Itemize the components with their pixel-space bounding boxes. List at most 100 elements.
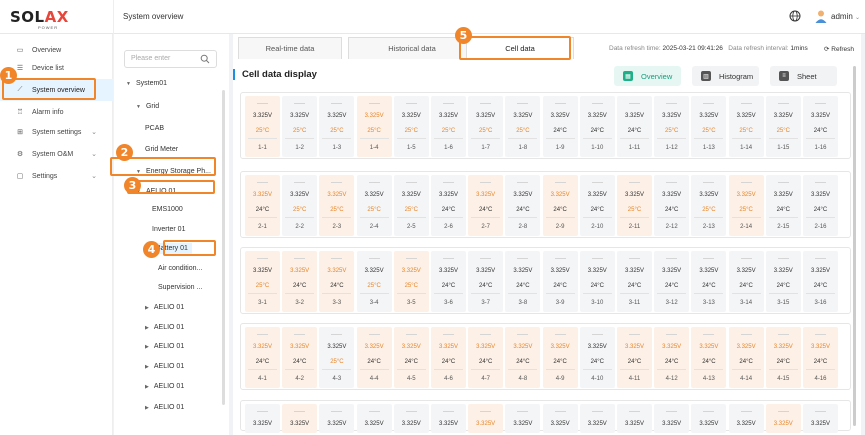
battery-cell[interactable]: 3.325V 24°C 4-16 (803, 327, 838, 388)
battery-cell[interactable]: 3.325V 24°C 3-9 (542, 251, 578, 312)
view-histogram-button[interactable]: ▥ Histogram (692, 66, 759, 86)
battery-cell[interactable]: 3.325V 24°C 3-13 (691, 251, 727, 312)
solax-logo[interactable]: SOLAX POWER (10, 8, 100, 30)
battery-cell[interactable]: 3.325V 25°C 1-12 (654, 96, 690, 157)
battery-cell[interactable]: 3.325V 24°C 2-7 (468, 175, 504, 236)
tree-node[interactable]: Air condition... (158, 265, 202, 272)
battery-cell[interactable]: 3.325V 25°C 2-3 (319, 175, 355, 236)
main-scrollbar[interactable] (853, 66, 856, 426)
battery-cell[interactable]: 3.325V 24°C 4-7 (468, 327, 504, 388)
battery-cell[interactable]: 3.325V (765, 404, 801, 433)
battery-cell[interactable]: 3.325V (356, 404, 392, 433)
battery-cell[interactable]: 3.325V 24°C 4-13 (691, 327, 727, 388)
battery-cell[interactable]: 3.325V 24°C 1-10 (579, 96, 615, 157)
tree-node[interactable]: ▶ AELIO 01 (145, 363, 184, 370)
battery-cell[interactable]: 3.325V 24°C 4-1 (245, 327, 280, 388)
battery-cell[interactable]: 3.325V 25°C 1-6 (431, 96, 466, 157)
battery-cell[interactable]: 3.325V 24°C 3-7 (468, 251, 504, 312)
battery-cell[interactable]: 3.325V 25°C 3-4 (356, 251, 392, 312)
caret-right-icon[interactable]: ▶ (145, 305, 149, 311)
refresh-button[interactable]: ⟳ Refresh (824, 45, 854, 53)
battery-cell[interactable]: 3.325V (319, 404, 355, 433)
battery-cell[interactable]: 3.325V (728, 404, 764, 433)
battery-cell[interactable]: 3.325V 24°C 4-6 (431, 327, 466, 388)
tab-real-time-data[interactable]: Real-time data (238, 37, 342, 59)
tree-node[interactable]: ▶ AELIO 01 (145, 404, 184, 411)
caret-right-icon[interactable]: ▶ (145, 364, 149, 370)
caret-right-icon[interactable]: ▶ (145, 384, 149, 390)
search-icon[interactable] (200, 54, 210, 64)
user-avatar-icon[interactable] (814, 9, 828, 23)
battery-cell[interactable]: 3.325V 24°C 3-11 (617, 251, 652, 312)
battery-cell[interactable]: 3.325V 24°C 4-10 (579, 327, 615, 388)
battery-cell[interactable]: 3.325V (468, 404, 504, 433)
battery-cell[interactable]: 3.325V (654, 404, 690, 433)
battery-cell[interactable]: 3.325V 24°C 4-8 (505, 327, 541, 388)
caret-right-icon[interactable]: ▶ (145, 325, 149, 331)
battery-cell[interactable]: 3.325V 25°C 1-15 (765, 96, 801, 157)
battery-cell[interactable]: 3.325V (431, 404, 466, 433)
battery-cell[interactable]: 3.325V 25°C 2-14 (728, 175, 764, 236)
tree-node[interactable]: ▶ AELIO 01 (145, 343, 184, 350)
battery-cell[interactable]: 3.325V (542, 404, 578, 433)
battery-cell[interactable]: 3.325V (505, 404, 541, 433)
sidebar-item-system-settings[interactable]: ⊞ System settings ⌄ (0, 121, 113, 143)
battery-cell[interactable]: 3.325V 24°C 3-10 (579, 251, 615, 312)
battery-cell[interactable]: 3.325V (282, 404, 318, 433)
battery-cell[interactable]: 3.325V 25°C 1-2 (282, 96, 318, 157)
battery-cell[interactable]: 3.325V 24°C 4-14 (728, 327, 764, 388)
battery-cell[interactable]: 3.325V 24°C 2-10 (579, 175, 615, 236)
battery-cell[interactable]: 3.325V 24°C 2-15 (765, 175, 801, 236)
battery-cell[interactable]: 3.325V 24°C 1-9 (542, 96, 578, 157)
tree-search-input[interactable]: Please enter (124, 50, 217, 68)
tree-node[interactable]: ▶ AELIO 01 (145, 304, 184, 311)
tree-node[interactable]: Supervision ... (158, 284, 202, 291)
battery-cell[interactable]: 3.325V 24°C 4-4 (356, 327, 392, 388)
battery-cell[interactable]: 3.325V 24°C 4-5 (393, 327, 429, 388)
battery-cell[interactable]: 3.325V 25°C 1-8 (505, 96, 541, 157)
tree-node[interactable]: Inverter 01 (152, 226, 185, 233)
battery-cell[interactable]: 3.325V 24°C 3-12 (654, 251, 690, 312)
battery-cell[interactable]: 3.325V 24°C 2-9 (542, 175, 578, 236)
battery-cell[interactable]: 3.325V 25°C 2-2 (282, 175, 318, 236)
battery-cell[interactable]: 3.325V 24°C 3-8 (505, 251, 541, 312)
battery-cell[interactable]: 3.325V 25°C 1-3 (319, 96, 355, 157)
battery-cell[interactable]: 3.325V (245, 404, 280, 433)
battery-cell[interactable]: 3.325V (617, 404, 652, 433)
caret-right-icon[interactable]: ▶ (145, 405, 149, 411)
battery-cell[interactable]: 3.325V 24°C 2-16 (803, 175, 838, 236)
tree-node[interactable]: PCAB (145, 125, 164, 132)
caret-right-icon[interactable]: ▶ (145, 344, 149, 350)
caret-down-icon[interactable]: ▼ (126, 81, 131, 87)
battery-cell[interactable]: 3.325V 25°C 1-4 (356, 96, 392, 157)
battery-cell[interactable]: 3.325V 25°C 1-5 (393, 96, 429, 157)
battery-cell[interactable]: 3.325V 24°C 3-16 (803, 251, 838, 312)
battery-cell[interactable]: 3.325V 25°C 2-13 (691, 175, 727, 236)
battery-cell[interactable]: 3.325V 24°C 4-9 (542, 327, 578, 388)
battery-cell[interactable]: 3.325V (393, 404, 429, 433)
battery-cell[interactable]: 3.325V 24°C 2-6 (431, 175, 466, 236)
battery-cell[interactable]: 3.325V 24°C 4-11 (617, 327, 652, 388)
sidebar-item-alarm-info[interactable]: ♖ Alarm info (0, 101, 113, 123)
battery-cell[interactable]: 3.325V 24°C 2-8 (505, 175, 541, 236)
battery-cell[interactable]: 3.325V 25°C 1-13 (691, 96, 727, 157)
tree-node[interactable]: Grid Meter (145, 146, 178, 153)
tree-scrollbar[interactable] (222, 90, 225, 405)
battery-cell[interactable]: 3.325V 25°C 2-11 (617, 175, 652, 236)
view-sheet-button[interactable]: ≡ Sheet (770, 66, 837, 86)
view-overview-button[interactable]: ▦ Overview (614, 66, 681, 86)
sidebar-item-settings[interactable]: ▢ Settings ⌄ (0, 165, 113, 187)
battery-cell[interactable]: 3.325V 25°C 2-4 (356, 175, 392, 236)
battery-cell[interactable]: 3.325V 24°C 2-1 (245, 175, 280, 236)
battery-cell[interactable]: 3.325V (803, 404, 838, 433)
battery-cell[interactable]: 3.325V (579, 404, 615, 433)
battery-cell[interactable]: 3.325V 24°C 3-2 (282, 251, 318, 312)
battery-cell[interactable]: 3.325V 24°C 4-15 (765, 327, 801, 388)
tree-node[interactable]: ▼ Grid (136, 103, 159, 110)
battery-cell[interactable]: 3.325V 24°C 4-12 (654, 327, 690, 388)
battery-cell[interactable]: 3.325V 24°C 4-2 (282, 327, 318, 388)
battery-cell[interactable]: 3.325V 24°C 3-14 (728, 251, 764, 312)
language-globe-icon[interactable] (789, 10, 801, 22)
tree-node[interactable]: EMS1000 (152, 206, 183, 213)
tree-node[interactable]: ▼ System01 (126, 80, 167, 87)
